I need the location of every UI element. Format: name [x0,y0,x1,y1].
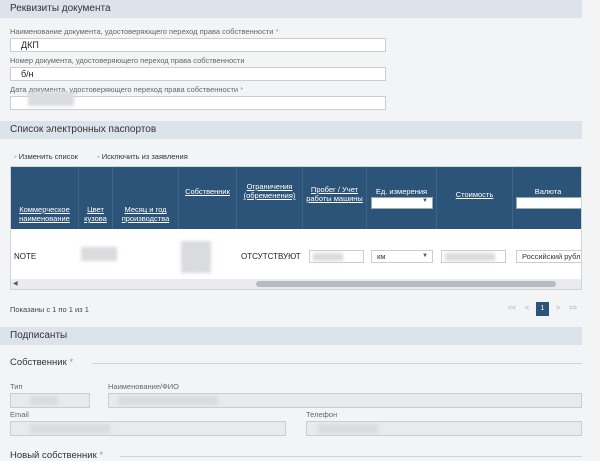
col-production-date[interactable]: Месяц и год производства [113,167,179,229]
row-commercial-name: NOTE [14,252,37,261]
current-page-button[interactable]: 1 [536,302,549,316]
passports-title: Список электронных паспортов [10,124,157,135]
currency-field[interactable]: Российский рубль [516,250,581,263]
redacted-mileage [313,253,343,261]
doc-number-input[interactable]: б/н [10,67,386,81]
currency-filter-input[interactable] [516,197,581,209]
document-details-title: Реквизиты документа [10,3,111,14]
col-commercial-name[interactable]: Коммерческое наименование [11,167,79,229]
first-page-button[interactable]: << [505,302,519,316]
row-restrictions: ОТСУТСТВУЮТ [241,252,301,261]
redacted-owner [181,241,211,273]
owner-phone-label: Телефон [306,410,338,419]
last-page-button[interactable]: >> [566,302,580,316]
redacted-price [445,253,495,261]
chevron-down-icon: ▼ [422,198,428,204]
document-details-header: Реквизиты документа [0,0,582,18]
unit-filter-select[interactable]: ▼ [371,197,433,209]
owner-heading: Собственник * [10,357,74,368]
col-restrictions[interactable]: Ограничения (обременения) [237,167,303,229]
bullet-icon: ◦ [97,152,100,161]
signers-header: Подписанты [0,327,582,345]
passports-header: Список электронных паспортов [0,121,582,139]
owner-divider [92,363,582,364]
doc-number-label: Номер документа, удостоверяющего переход… [10,56,245,65]
bullet-icon: ◦ [14,152,17,161]
signers-title: Подписанты [10,330,68,341]
table-header: Коммерческое наименование Цвет кузова Ме… [11,167,581,229]
redacted-owner-name [118,396,218,405]
col-owner[interactable]: Собственник [179,167,237,229]
exclude-link[interactable]: ◦ Исключить из заявления [97,152,188,161]
redacted-owner-type [30,396,58,405]
redacted-owner-phone [318,424,378,433]
table-scrollbar[interactable]: ◀ [11,279,581,289]
prev-page-button[interactable]: < [521,302,533,316]
owner-email-label: Email [10,410,29,419]
col-mileage[interactable]: Пробег / Учет работы машины [303,167,367,229]
owner-type-label: Тип [10,382,23,391]
scroll-thumb[interactable] [256,281,556,287]
redacted-date [28,92,74,106]
redacted-color [81,247,117,261]
next-page-button[interactable]: > [552,302,564,316]
unit-select[interactable]: км ▼ [371,250,433,263]
new-owner-divider [120,456,582,457]
doc-name-input[interactable]: ДКП [10,38,386,52]
pagination-summary: Показаны с 1 по 1 из 1 [10,305,89,314]
doc-name-label: Наименование документа, удостоверяющего … [10,27,279,36]
passports-table: Коммерческое наименование Цвет кузова Ме… [10,166,582,290]
redacted-owner-email [30,424,110,433]
chevron-down-icon: ▼ [422,253,428,259]
edit-list-link[interactable]: ◦ Изменить список [14,152,78,161]
owner-name-label: Наименование/ФИО [108,382,180,391]
new-owner-heading: Новый собственник * [10,450,104,461]
col-price[interactable]: Стоимость [437,167,513,229]
scroll-left-icon[interactable]: ◀ [13,280,18,287]
col-body-color[interactable]: Цвет кузова [79,167,113,229]
